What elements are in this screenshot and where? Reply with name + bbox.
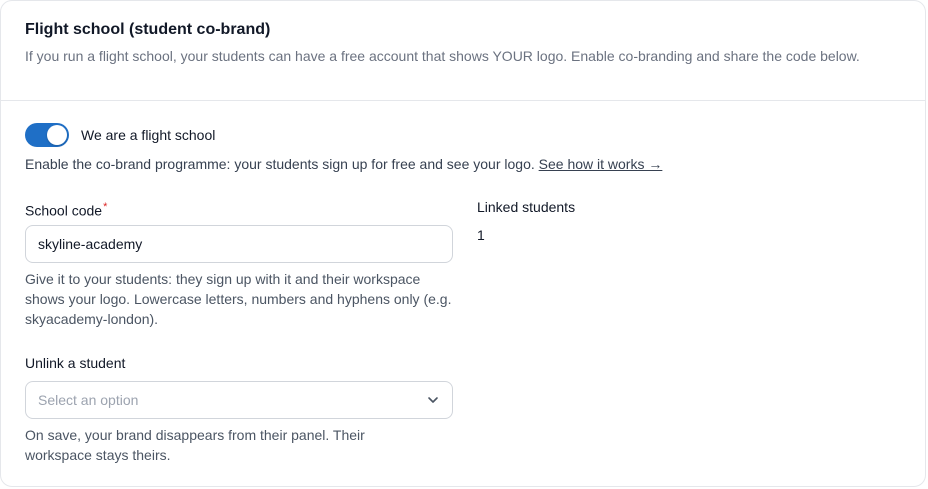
toggle-label: We are a flight school	[81, 127, 216, 143]
school-code-input[interactable]	[25, 225, 453, 263]
toggle-knob	[47, 125, 67, 145]
flight-school-toggle-row: We are a flight school	[25, 123, 215, 147]
toggle-description-text: Enable the co-brand programme: your stud…	[25, 156, 535, 172]
school-code-hint: Give it to your students: they sign up w…	[25, 271, 452, 327]
chevron-down-icon	[428, 397, 438, 403]
see-how-it-works-link[interactable]: See how it works →	[539, 156, 663, 172]
section-header: Flight school (student co-brand) If you …	[1, 1, 925, 101]
section-subtitle: If you run a flight school, your student…	[25, 48, 860, 64]
required-asterisk: *	[103, 201, 108, 213]
linked-students-count: 1	[477, 227, 485, 243]
section-title: Flight school (student co-brand)	[25, 21, 271, 38]
unlink-student-select[interactable]: Select an option	[25, 381, 453, 419]
toggle-description: Enable the co-brand programme: your stud…	[25, 154, 662, 174]
flight-school-card: Flight school (student co-brand) If you …	[0, 0, 926, 487]
select-placeholder: Select an option	[38, 392, 139, 408]
school-code-label-text: School code	[25, 202, 103, 219]
school-code-label: School code*	[25, 197, 107, 221]
unlink-student-label: Unlink a student	[25, 355, 126, 371]
unlink-student-hint: On save, your brand disappears from thei…	[25, 427, 365, 463]
linked-students-label: Linked students	[477, 199, 576, 215]
flight-school-toggle[interactable]	[25, 123, 69, 147]
